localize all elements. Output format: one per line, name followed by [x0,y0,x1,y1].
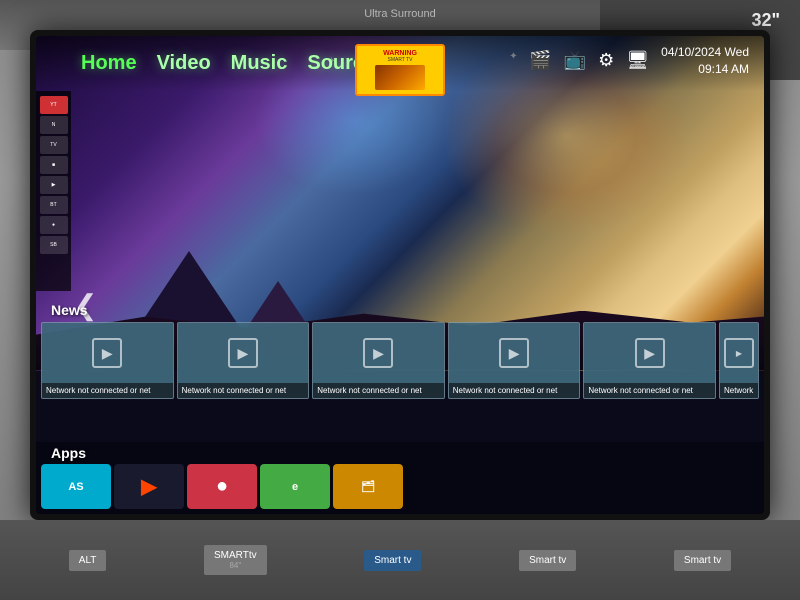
camera-icon[interactable]: 📺 [564,50,586,71]
news-thumb-1: ▶ [42,323,173,383]
store-box-label-5: Smart tv [684,555,721,566]
news-thumb-4: ▶ [449,323,580,383]
app-icon-appstore[interactable]: AS [41,464,111,509]
news-thumb-3: ▶ [313,323,444,383]
app-icon-3[interactable]: ● [187,464,257,509]
warning-image [375,65,425,90]
news-card-6[interactable]: ▶ Network [719,322,759,399]
news-thumb-5: ▶ [584,323,715,383]
side-menu-label-1: YT [50,102,56,108]
play-btn-1[interactable]: ▶ [92,338,122,368]
news-card-5[interactable]: ▶ Network not connected or net [583,322,716,399]
news-card-2[interactable]: ▶ Network not connected or net [177,322,310,399]
news-label-4: Network not connected or net [449,383,580,398]
side-menu-item-netflix[interactable]: N [40,116,68,134]
store-box-2: SMARTtv 84" [204,545,267,575]
app-label-1: AS [68,481,83,493]
news-label-1: Network not connected or net [42,383,173,398]
side-menu-item-7[interactable]: ● [40,216,68,234]
side-menu-label-4: ■ [52,162,55,168]
apps-section-title: Apps [36,442,764,464]
store-box-label-4: Smart tv [529,555,566,566]
warning-title: WARNING [365,50,435,57]
app-label-4: e [292,481,298,493]
news-section-title: News [36,298,764,322]
side-menu-label-3: TV [50,142,56,148]
store-bottom: ALT SMARTtv 84" Smart tv Smart tv Smart … [0,520,800,600]
apps-row: AS ▶ ● e 🗂 [36,464,764,514]
news-label-6: Network [720,383,758,398]
store-box-label-3: Smart tv [374,555,411,566]
nav-item-music[interactable]: Music [231,52,288,75]
news-label-2: Network not connected or net [178,383,309,398]
news-thumb-6: ▶ [720,323,758,383]
side-menu-label-2: N [52,122,56,128]
store-box-sublabel-2: 84" [214,561,257,570]
datetime: 04/10/2024 Wed 09:14 AM [661,44,749,78]
warning-subtitle: SMART TV [365,57,435,63]
news-card-4[interactable]: ▶ Network not connected or net [448,322,581,399]
play-btn-5[interactable]: ▶ [635,338,665,368]
store-top-text: Ultra Surround [364,8,436,20]
store-box-4: Smart tv [519,550,576,571]
monitor-icon[interactable]: 🖥 [626,50,649,71]
play-btn-4[interactable]: ▶ [499,338,529,368]
date-display: 04/10/2024 Wed [661,44,749,61]
side-menu-label-7: ● [52,222,55,228]
news-thumb-2: ▶ [178,323,309,383]
gear-icon[interactable]: ⚙ [598,50,614,71]
play-btn-2[interactable]: ▶ [228,338,258,368]
side-menu-item-livetv[interactable]: TV [40,136,68,154]
store-box-label-1: ALT [79,555,97,566]
film-icon[interactable]: 🎬 [529,50,551,71]
store-box-3: Smart tv [364,550,421,571]
news-label-5: Network not connected or net [584,383,715,398]
side-menu-label-5: ▶ [52,182,56,188]
side-menu-item-5[interactable]: ▶ [40,176,68,194]
store-background: Ultra Surround 32" ✦ ✧ ✦ YT [0,0,800,600]
side-menu-item-6[interactable]: BT [40,196,68,214]
nav-items: Home Video Music Source [81,52,375,75]
apps-section: Apps AS ▶ ● e 🗂 [36,442,764,514]
nav-right: 🎬 📺 ⚙ 🖥 04/10/2024 Wed 09:14 AM [529,44,749,78]
side-menu-item-youtube[interactable]: YT [40,96,68,114]
side-menu-item-8[interactable]: SB [40,236,68,254]
side-menu-label-6: BT [50,202,56,208]
app-label-2: ▶ [141,474,156,499]
warning-badge: WARNING SMART TV [355,44,445,96]
store-box-label-2: SMARTtv [214,550,257,561]
news-section: News ▶ Network not connected or net ▶ Ne… [36,298,764,399]
play-btn-6[interactable]: ▶ [724,338,754,368]
app-label-3: ● [216,475,228,498]
side-menu: YT N TV ■ ▶ BT ● [36,91,71,291]
nav-item-home[interactable]: Home [81,52,137,75]
news-cards: ▶ Network not connected or net ▶ Network… [36,322,764,399]
store-box-5: Smart tv [674,550,731,571]
tv-size-label: 32" [751,10,780,31]
play-btn-3[interactable]: ▶ [363,338,393,368]
news-label-3: Network not connected or net [313,383,444,398]
tv-screen: ✦ ✧ ✦ YT N TV ■ ▶ [36,36,764,514]
side-menu-label-8: SB [50,242,57,248]
app-label-5: 🗂 [361,480,375,493]
side-menu-item-4[interactable]: ■ [40,156,68,174]
time-display: 09:14 AM [661,61,749,78]
news-card-3[interactable]: ▶ Network not connected or net [312,322,445,399]
tv-frame: ✦ ✧ ✦ YT N TV ■ ▶ [30,30,770,520]
nav-bar: Home Video Music Source WARNING SMART TV… [36,36,764,91]
nav-item-video[interactable]: Video [157,52,211,75]
app-icon-5[interactable]: 🗂 [333,464,403,509]
app-icon-2[interactable]: ▶ [114,464,184,509]
news-card-1[interactable]: ▶ Network not connected or net [41,322,174,399]
store-box-1: ALT [69,550,107,571]
app-icon-4[interactable]: e [260,464,330,509]
